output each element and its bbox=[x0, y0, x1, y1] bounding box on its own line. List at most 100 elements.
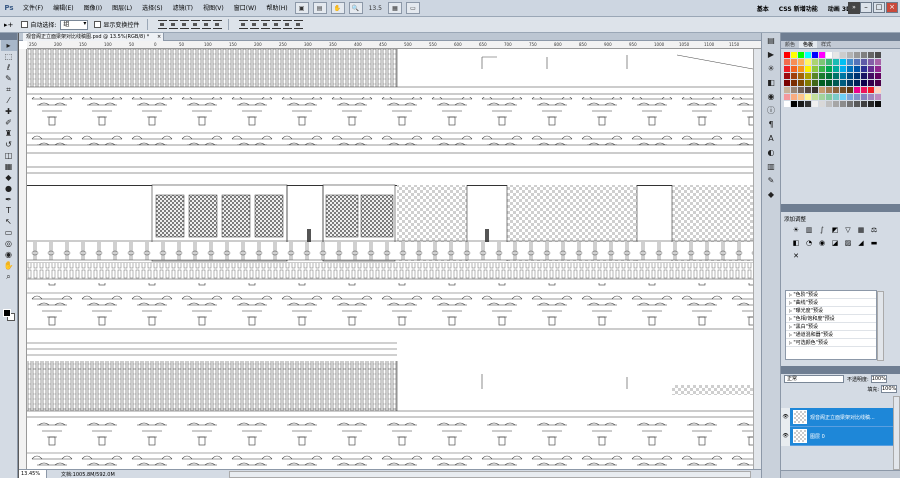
color-swatch[interactable] bbox=[798, 73, 804, 79]
color-swatch[interactable] bbox=[854, 73, 860, 79]
color-swatch[interactable] bbox=[791, 80, 797, 86]
crop-tool-icon[interactable]: ⌗ bbox=[1, 84, 17, 95]
bridge-icon[interactable]: ▣ bbox=[294, 2, 309, 14]
color-swatch[interactable] bbox=[784, 87, 790, 93]
menu-help[interactable]: 帮助(H) bbox=[261, 0, 292, 17]
color-swatch[interactable] bbox=[791, 52, 797, 58]
color-swatch[interactable] bbox=[854, 59, 860, 65]
color-swatch[interactable] bbox=[798, 52, 804, 58]
clone-source-icon[interactable]: ◧ bbox=[764, 77, 778, 89]
color-swatch[interactable] bbox=[861, 59, 867, 65]
color-swatch[interactable] bbox=[833, 52, 839, 58]
color-swatch[interactable] bbox=[819, 73, 825, 79]
color-swatch[interactable] bbox=[840, 80, 846, 86]
color-swatch[interactable] bbox=[798, 66, 804, 72]
color-swatch[interactable] bbox=[840, 101, 846, 107]
preset-black-white[interactable]: "黑白"预设 bbox=[786, 323, 876, 331]
lasso-tool-icon[interactable]: ℓ bbox=[1, 62, 17, 73]
color-swatch[interactable] bbox=[819, 87, 825, 93]
color-swatch[interactable] bbox=[812, 87, 818, 93]
color-swatch[interactable] bbox=[854, 87, 860, 93]
layer-row[interactable]: 👁 图层 0 bbox=[781, 426, 893, 446]
foreground-color-swatch[interactable] bbox=[3, 309, 11, 317]
color-swatch[interactable] bbox=[847, 66, 853, 72]
channel-mixer-icon[interactable]: ◉ bbox=[817, 238, 827, 248]
align-vcenter-icon[interactable] bbox=[169, 20, 179, 29]
color-swatch[interactable] bbox=[833, 94, 839, 100]
color-swatch[interactable] bbox=[805, 73, 811, 79]
channels-icon[interactable]: ▥ bbox=[764, 161, 778, 173]
layers-scrollbar[interactable] bbox=[893, 396, 900, 470]
color-swatch[interactable] bbox=[854, 94, 860, 100]
vertical-scrollbar[interactable] bbox=[753, 49, 761, 469]
info-icon[interactable]: ⓘ bbox=[764, 105, 778, 117]
zoom-level-field[interactable]: 13.45% bbox=[19, 469, 47, 478]
color-swatch[interactable] bbox=[847, 101, 853, 107]
color-swatch[interactable] bbox=[854, 66, 860, 72]
menu-file[interactable]: 文件(F) bbox=[18, 0, 48, 17]
menubar-zoom[interactable]: 13.5 bbox=[369, 5, 382, 12]
color-swatch[interactable] bbox=[854, 52, 860, 58]
3d-icon[interactable]: ◆ bbox=[764, 189, 778, 201]
layers-panel-header[interactable] bbox=[781, 366, 900, 374]
color-swatch[interactable] bbox=[805, 87, 811, 93]
color-swatch[interactable] bbox=[847, 73, 853, 79]
color-swatch[interactable] bbox=[875, 101, 881, 107]
color-swatch[interactable] bbox=[784, 66, 790, 72]
stamp-tool-icon[interactable]: ♜ bbox=[1, 128, 17, 139]
color-swatch[interactable] bbox=[847, 94, 853, 100]
color-balance-icon[interactable]: ⚖ bbox=[869, 225, 879, 235]
close-icon[interactable]: × bbox=[886, 2, 898, 13]
zoom-view-icon[interactable]: 🔍 bbox=[348, 2, 363, 14]
color-swatch[interactable] bbox=[854, 101, 860, 107]
adjustments-panel-header[interactable] bbox=[781, 204, 900, 212]
path-select-tool-icon[interactable]: ↖ bbox=[1, 216, 17, 227]
3d-orbit-tool-icon[interactable]: ◉ bbox=[1, 249, 17, 260]
levels-icon[interactable]: ▥ bbox=[804, 225, 814, 235]
color-swatch[interactable] bbox=[791, 94, 797, 100]
eye-icon[interactable]: 👁 bbox=[781, 426, 790, 446]
color-swatch[interactable] bbox=[847, 87, 853, 93]
exposure-icon[interactable]: ◩ bbox=[830, 225, 840, 235]
color-swatch[interactable] bbox=[798, 87, 804, 93]
eraser-tool-icon[interactable]: ◫ bbox=[1, 150, 17, 161]
color-swatch[interactable] bbox=[833, 73, 839, 79]
history-icon[interactable]: ▤ bbox=[764, 35, 778, 47]
pen-tool-icon[interactable]: ✒ bbox=[1, 194, 17, 205]
color-swatch[interactable] bbox=[875, 94, 881, 100]
color-swatch[interactable] bbox=[875, 59, 881, 65]
black-white-icon[interactable]: ◧ bbox=[791, 238, 801, 248]
posterize-icon[interactable]: ▨ bbox=[843, 238, 853, 248]
color-swatch[interactable] bbox=[833, 80, 839, 86]
color-swatch[interactable] bbox=[868, 52, 874, 58]
brush-presets-icon[interactable]: ✳ bbox=[764, 63, 778, 75]
menu-filter[interactable]: 滤镜(T) bbox=[168, 0, 198, 17]
color-swatch[interactable] bbox=[833, 87, 839, 93]
canvas[interactable] bbox=[27, 49, 753, 469]
color-swatch[interactable] bbox=[847, 52, 853, 58]
menu-window[interactable]: 窗口(W) bbox=[229, 0, 262, 17]
color-swatch[interactable] bbox=[826, 52, 832, 58]
color-swatch[interactable] bbox=[875, 87, 881, 93]
actions-icon[interactable]: ▶ bbox=[764, 49, 778, 61]
color-swatch[interactable] bbox=[826, 66, 832, 72]
color-swatch[interactable] bbox=[840, 66, 846, 72]
distribute-bottom-icon[interactable] bbox=[261, 20, 271, 29]
color-swatch[interactable] bbox=[805, 59, 811, 65]
type-tool-icon[interactable]: T bbox=[1, 205, 17, 216]
document-size-info[interactable]: 文档:1005.8M/592.0M bbox=[47, 471, 115, 478]
transform-controls-checkbox[interactable] bbox=[94, 21, 102, 28]
color-swatch[interactable] bbox=[861, 80, 867, 86]
color-swatch[interactable] bbox=[868, 59, 874, 65]
color-swatch[interactable] bbox=[819, 94, 825, 100]
color-swatch[interactable] bbox=[812, 94, 818, 100]
distribute-top-icon[interactable] bbox=[239, 20, 249, 29]
selective-color-icon[interactable]: ✕ bbox=[791, 251, 801, 261]
color-swatch[interactable] bbox=[805, 52, 811, 58]
screen-mode-icon[interactable]: ▭ bbox=[405, 2, 420, 14]
color-swatch[interactable] bbox=[840, 52, 846, 58]
color-swatch[interactable] bbox=[826, 73, 832, 79]
color-swatch[interactable] bbox=[826, 59, 832, 65]
align-right-icon[interactable] bbox=[213, 20, 223, 29]
color-swatch[interactable] bbox=[784, 101, 790, 107]
